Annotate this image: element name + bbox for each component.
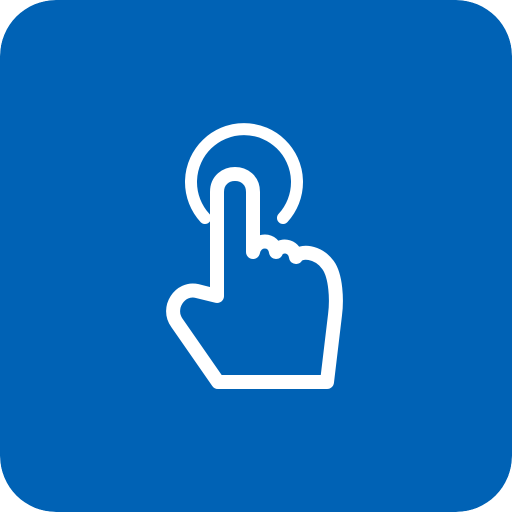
tap-gesture-icon	[0, 0, 512, 512]
tap-gesture-app-icon[interactable]	[0, 0, 512, 512]
